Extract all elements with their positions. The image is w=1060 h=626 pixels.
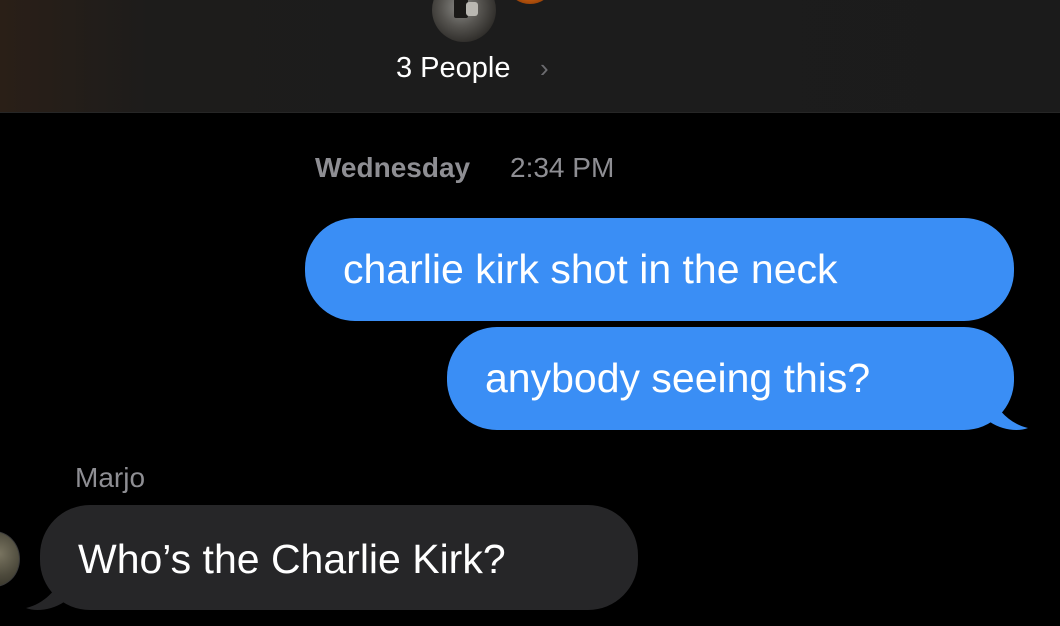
group-avatar[interactable]: [432, 0, 496, 42]
timestamp-time: 2:34 PM: [510, 152, 615, 183]
incoming-message-bubble[interactable]: Who’s the Charlie Kirk?: [40, 505, 638, 610]
message-text: Who’s the Charlie Kirk?: [78, 536, 506, 582]
group-avatar-secondary[interactable]: [510, 0, 550, 4]
avatar-photo-detail: [466, 2, 478, 16]
sender-name: Marjo: [75, 462, 146, 493]
chevron-right-icon: ›: [540, 53, 549, 83]
conversation-header: 3 People ›: [0, 0, 1060, 113]
message-text: charlie kirk shot in the neck: [343, 246, 838, 292]
timestamp-day: Wednesday: [315, 152, 471, 183]
outgoing-message-bubble[interactable]: anybody seeing this?: [447, 327, 1014, 430]
outgoing-message-bubble[interactable]: charlie kirk shot in the neck: [305, 218, 1014, 321]
message-text: anybody seeing this?: [485, 355, 871, 401]
sender-avatar[interactable]: [0, 531, 20, 587]
incoming-bubble-tail-icon: [26, 576, 64, 610]
group-participants-label[interactable]: 3 People: [396, 50, 511, 86]
outgoing-bubble-tail-icon: [990, 396, 1028, 430]
